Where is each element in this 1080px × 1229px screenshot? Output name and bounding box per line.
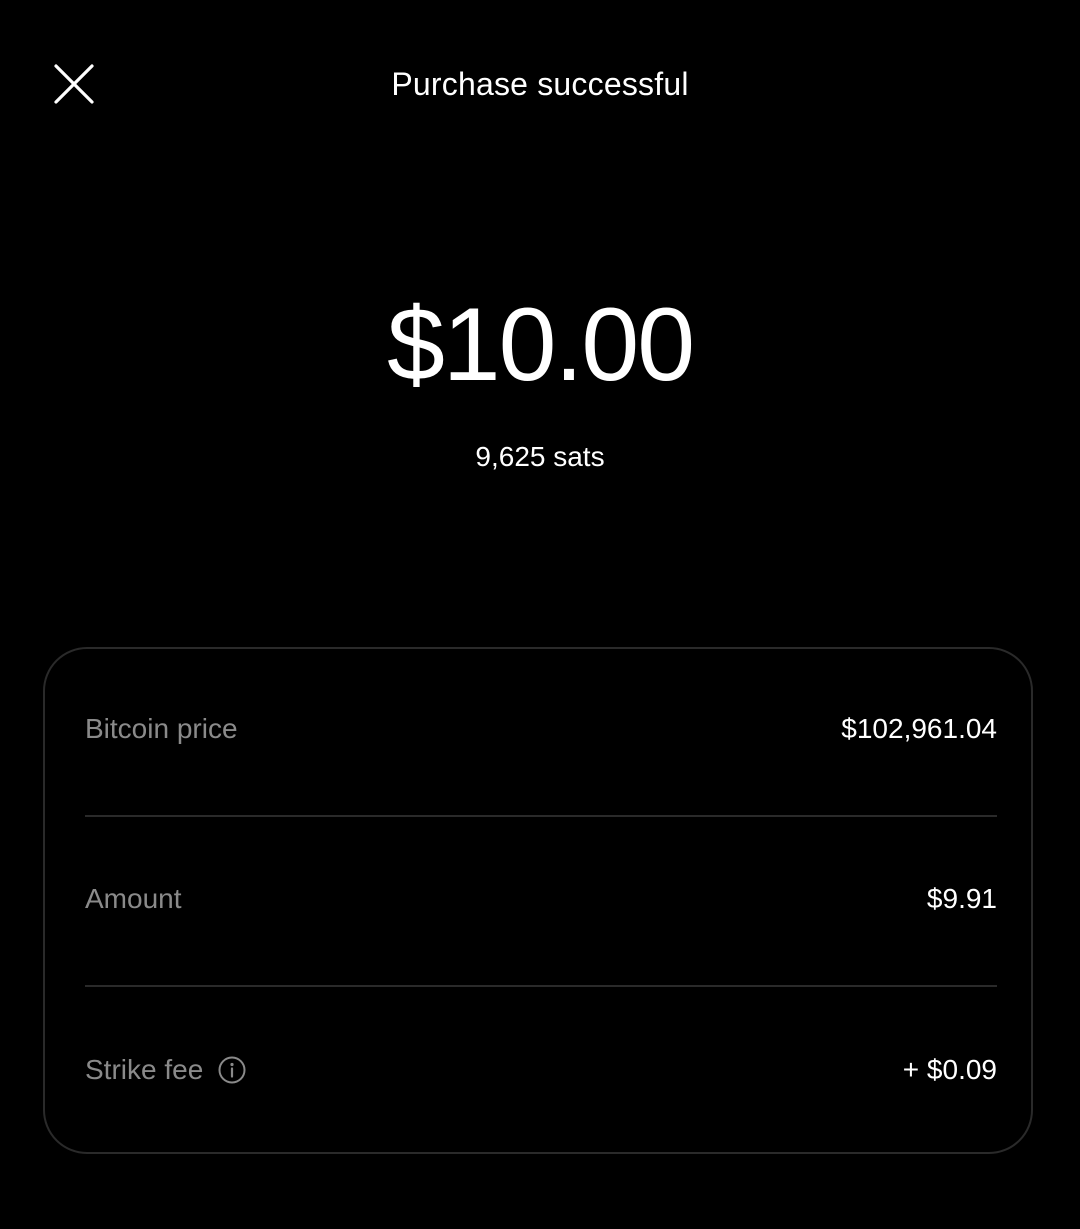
divider (85, 815, 997, 817)
detail-label: Strike fee (85, 1054, 204, 1085)
page-title: Purchase successful (391, 66, 689, 102)
header: Purchase successful (0, 0, 1080, 170)
detail-label: Bitcoin price (85, 713, 238, 744)
purchase-summary: $10.00 9,625 sats (0, 285, 1080, 475)
sats-amount: 9,625 sats (475, 441, 605, 472)
details-card: Bitcoin price $102,961.04 Amount $9.91 S… (43, 647, 1033, 1154)
detail-label: Amount (85, 883, 182, 914)
info-icon[interactable] (217, 1055, 247, 1085)
detail-label-group: Strike fee (85, 1054, 247, 1086)
detail-value: + $0.09 (902, 1054, 997, 1085)
divider (85, 985, 997, 987)
purchase-amount: $10.00 (386, 287, 695, 403)
detail-row-strike-fee: Strike fee + $0.09 (85, 990, 997, 1158)
detail-value: $9.91 (926, 883, 997, 914)
detail-row-amount: Amount $9.91 (85, 819, 997, 987)
detail-value: $102,961.04 (841, 713, 997, 744)
detail-row-bitcoin-price: Bitcoin price $102,961.04 (85, 649, 997, 817)
